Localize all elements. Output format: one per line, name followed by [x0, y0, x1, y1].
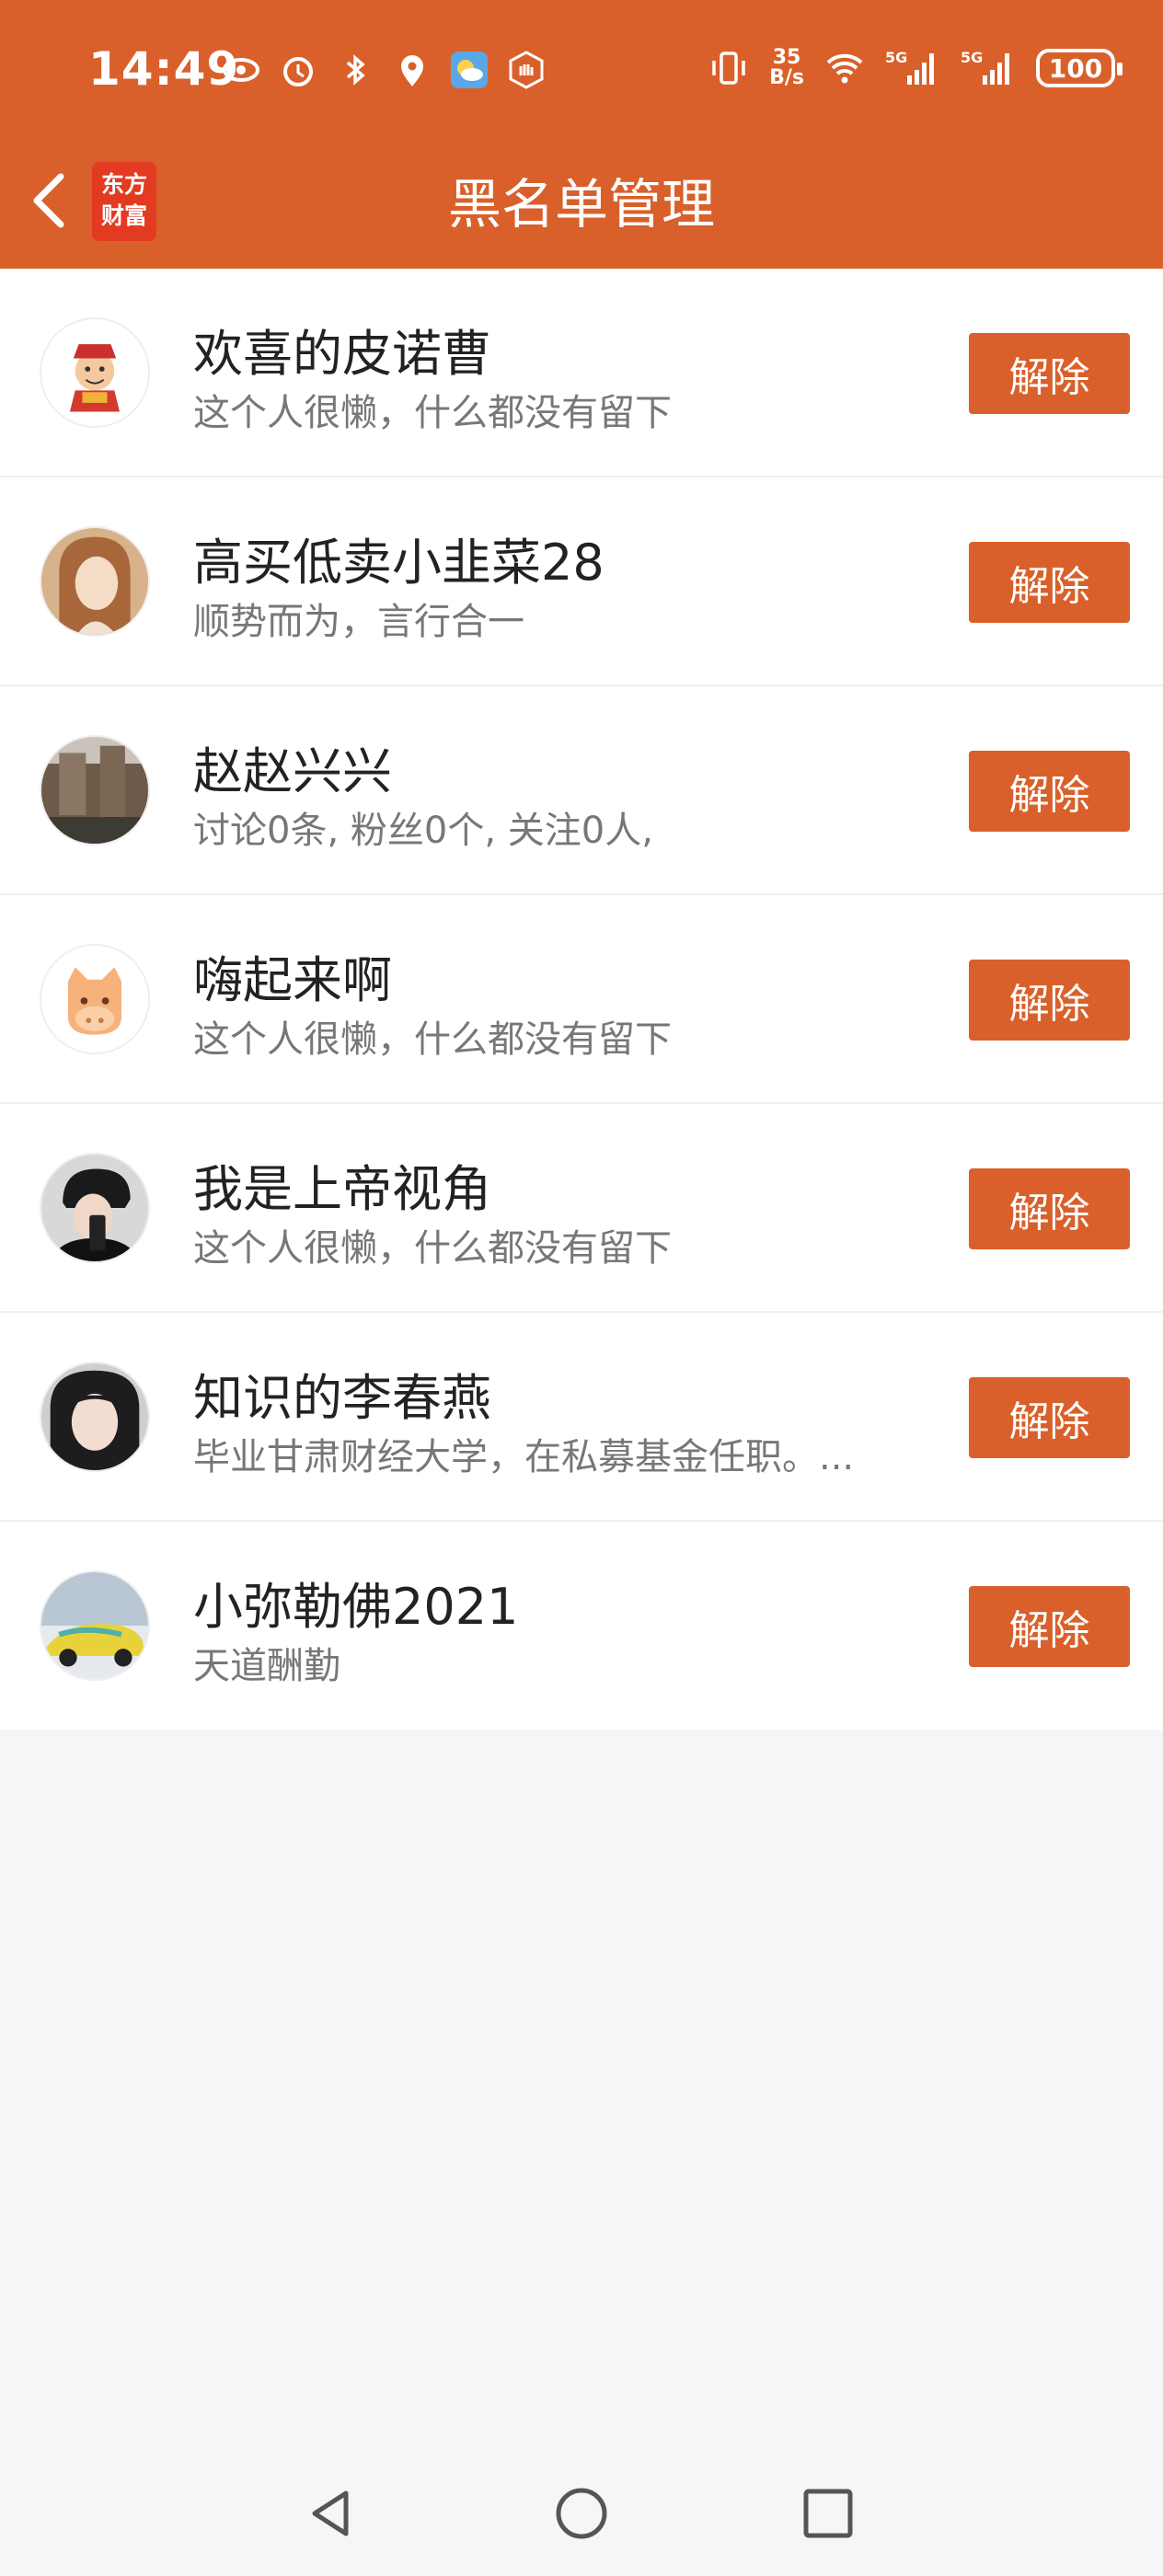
status-icons-left: [221, 50, 547, 90]
unblock-button[interactable]: 解除: [969, 751, 1130, 832]
user-desc: 讨论0条, 粉丝0个, 关注0人,: [193, 810, 653, 852]
user-desc: 毕业甘肃财经大学，在私募基金任职。...: [193, 1436, 855, 1478]
user-desc: 这个人很懒，什么都没有留下: [193, 392, 672, 434]
weather-icon: [449, 50, 489, 90]
svg-text:5G: 5G: [885, 49, 907, 66]
eye-icon: [221, 50, 261, 90]
unblock-button[interactable]: 解除: [969, 1168, 1130, 1249]
list-item: 高买低卖小韭菜28 顺势而为，言行合一 解除: [0, 477, 1163, 686]
avatar[interactable]: [40, 735, 150, 845]
user-desc: 天道酬勤: [193, 1645, 340, 1687]
user-name: 嗨起来啊: [193, 951, 392, 1009]
avatar[interactable]: [40, 526, 150, 637]
unblock-button[interactable]: 解除: [969, 1377, 1130, 1458]
user-name: 知识的李春燕: [193, 1369, 491, 1427]
signal-icon-2: 5G: [961, 48, 1016, 88]
user-name: 赵赵兴兴: [193, 742, 392, 800]
svg-text:5G: 5G: [961, 49, 983, 66]
app-header: 14:49 35 B/s 5G 5G 100 东方 财富 黑名单管理: [0, 0, 1163, 269]
avatar[interactable]: [40, 1153, 150, 1263]
alarm-icon: [278, 50, 318, 90]
location-icon: [392, 50, 432, 90]
battery-icon: 100: [1036, 49, 1123, 87]
list-item: 赵赵兴兴 讨论0条, 粉丝0个, 关注0人, 解除: [0, 686, 1163, 895]
back-triangle-icon[interactable]: [304, 2486, 359, 2541]
user-desc: 顺势而为，言行合一: [193, 601, 524, 643]
home-circle-icon[interactable]: [554, 2486, 609, 2541]
unblock-button[interactable]: 解除: [969, 1586, 1130, 1667]
unblock-button[interactable]: 解除: [969, 333, 1130, 414]
blacklist-list: 欢喜的皮诺曹 这个人很懒，什么都没有留下 解除 高买低卖小韭菜28 顺势而为，言…: [0, 269, 1163, 1730]
hand-icon: [506, 50, 547, 90]
wifi-icon: [824, 48, 865, 88]
unblock-button[interactable]: 解除: [969, 960, 1130, 1041]
avatar[interactable]: [40, 1570, 150, 1681]
status-time: 14:49: [88, 42, 240, 96]
page-title: 黑名单管理: [447, 173, 715, 236]
avatar[interactable]: [40, 944, 150, 1054]
user-name: 小弥勒佛2021: [193, 1578, 519, 1636]
recents-square-icon[interactable]: [800, 2486, 856, 2541]
status-bar: 14:49 35 B/s 5G 5G 100: [0, 0, 1163, 144]
net-speed: 35 B/s: [769, 46, 804, 89]
list-item: 我是上帝视角 这个人很懒，什么都没有留下 解除: [0, 1104, 1163, 1313]
user-name: 我是上帝视角: [193, 1160, 491, 1218]
vibrate-icon: [708, 48, 749, 88]
avatar[interactable]: [40, 317, 150, 428]
unblock-button[interactable]: 解除: [969, 542, 1130, 623]
user-desc: 这个人很懒，什么都没有留下: [193, 1018, 672, 1061]
status-icons-right: 35 B/s 5G 5G 100: [708, 46, 1123, 89]
signal-icon: 5G: [885, 48, 940, 88]
user-name: 欢喜的皮诺曹: [193, 325, 491, 383]
user-name: 高买低卖小韭菜28: [193, 534, 605, 592]
list-item: 嗨起来啊 这个人很懒，什么都没有留下 解除: [0, 895, 1163, 1104]
list-item: 小弥勒佛2021 天道酬勤 解除: [0, 1522, 1163, 1730]
avatar[interactable]: [40, 1362, 150, 1472]
list-item: 知识的李春燕 毕业甘肃财经大学，在私募基金任职。... 解除: [0, 1313, 1163, 1522]
user-desc: 这个人很懒，什么都没有留下: [193, 1227, 672, 1270]
nav-bar: 东方 财富 黑名单管理: [0, 144, 1163, 269]
bluetooth-icon: [335, 50, 375, 90]
system-nav-bar: [0, 2449, 1163, 2576]
list-item: 欢喜的皮诺曹 这个人很懒，什么都没有留下 解除: [0, 269, 1163, 477]
